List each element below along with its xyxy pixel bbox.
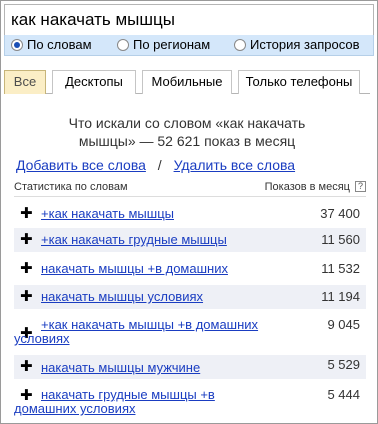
- table-row: ✚ +как накачать мышцы 37 400: [14, 202, 366, 226]
- tab-mobile[interactable]: Мобильные: [142, 70, 232, 94]
- plus-icon[interactable]: ✚: [20, 261, 33, 277]
- search-mode-bar: По словам По регионам История запросов: [4, 35, 374, 56]
- headline-line: Что искали со словом «как накачать: [68, 115, 306, 131]
- tab-desktops[interactable]: Десктопы: [52, 70, 136, 94]
- mode-label: История запросов: [250, 37, 360, 52]
- phrase-link[interactable]: +как накачать мышцы: [41, 207, 281, 221]
- plus-icon[interactable]: ✚: [20, 289, 33, 305]
- phrase-link[interactable]: накачать мышцы +в домашних: [41, 262, 281, 276]
- links-separator: /: [157, 157, 162, 173]
- impressions-count: 5 444: [327, 387, 360, 402]
- phrase-link[interactable]: накачать мышцы условиях: [41, 290, 281, 304]
- bulk-actions: Добавить все слова / Удалить все слова: [16, 157, 295, 173]
- phrase-link[interactable]: накачать грудные мышцы +в домашних услов…: [14, 388, 276, 416]
- column-header-words: Статистика по словам: [14, 181, 128, 193]
- phrase-link[interactable]: +как накачать мышцы +в домашних условиях: [14, 318, 276, 346]
- tab-all[interactable]: Все: [4, 70, 46, 94]
- table-header: Статистика по словам Показов в месяц ?: [14, 181, 366, 197]
- radio-icon[interactable]: [234, 38, 246, 51]
- plus-icon[interactable]: ✚: [20, 206, 33, 222]
- mode-label: По словам: [27, 37, 92, 52]
- mode-by-regions[interactable]: По регионам: [117, 37, 210, 52]
- impressions-count: 5 529: [327, 357, 360, 372]
- remove-all-words-link[interactable]: Удалить все слова: [174, 157, 295, 173]
- impressions-count: 37 400: [320, 206, 360, 221]
- impressions-count: 11 560: [321, 232, 360, 247]
- phrase-link[interactable]: накачать мышцы мужчине: [41, 361, 281, 375]
- device-tabs: Все Десктопы Мобильные Только телефоны: [4, 70, 370, 94]
- table-row: ✚ +как накачать мышцы +в домашних услови…: [14, 314, 366, 350]
- help-icon[interactable]: ?: [355, 181, 366, 192]
- plus-icon[interactable]: ✚: [20, 359, 33, 375]
- impressions-count: 11 532: [321, 261, 360, 276]
- results-headline: Что искали со словом «как накачать мышцы…: [4, 114, 370, 150]
- mode-label: По регионам: [133, 37, 211, 52]
- radio-selected-icon[interactable]: [11, 38, 23, 51]
- phrase-link[interactable]: +как накачать грудные мышцы: [41, 233, 281, 247]
- search-value: как накачать мышцы: [11, 10, 175, 29]
- column-header-impressions: Показов в месяц: [264, 181, 350, 193]
- tab-phones-only[interactable]: Только телефоны: [238, 70, 360, 94]
- mode-by-words[interactable]: По словам: [11, 37, 92, 52]
- table-row: ✚ накачать мышцы +в домашних 11 532: [14, 257, 366, 281]
- table-row: ✚ +как накачать грудные мышцы 11 560: [14, 228, 366, 252]
- table-row: ✚ накачать мышцы условиях 11 194: [14, 285, 366, 309]
- add-all-words-link[interactable]: Добавить все слова: [16, 157, 146, 173]
- mode-history[interactable]: История запросов: [234, 37, 360, 52]
- headline-line: мышцы» — 52 621 показ в месяц: [78, 133, 296, 149]
- impressions-count: 9 045: [327, 317, 360, 332]
- search-input[interactable]: как накачать мышцы: [4, 4, 374, 36]
- table-row: ✚ накачать мышцы мужчине 5 529: [14, 355, 366, 379]
- impressions-count: 11 194: [321, 289, 360, 304]
- table-row: ✚ накачать грудные мышцы +в домашних усл…: [14, 384, 366, 418]
- results-panel: Что искали со словом «как накачать мышцы…: [4, 94, 370, 420]
- radio-icon[interactable]: [117, 38, 129, 51]
- plus-icon[interactable]: ✚: [20, 232, 33, 248]
